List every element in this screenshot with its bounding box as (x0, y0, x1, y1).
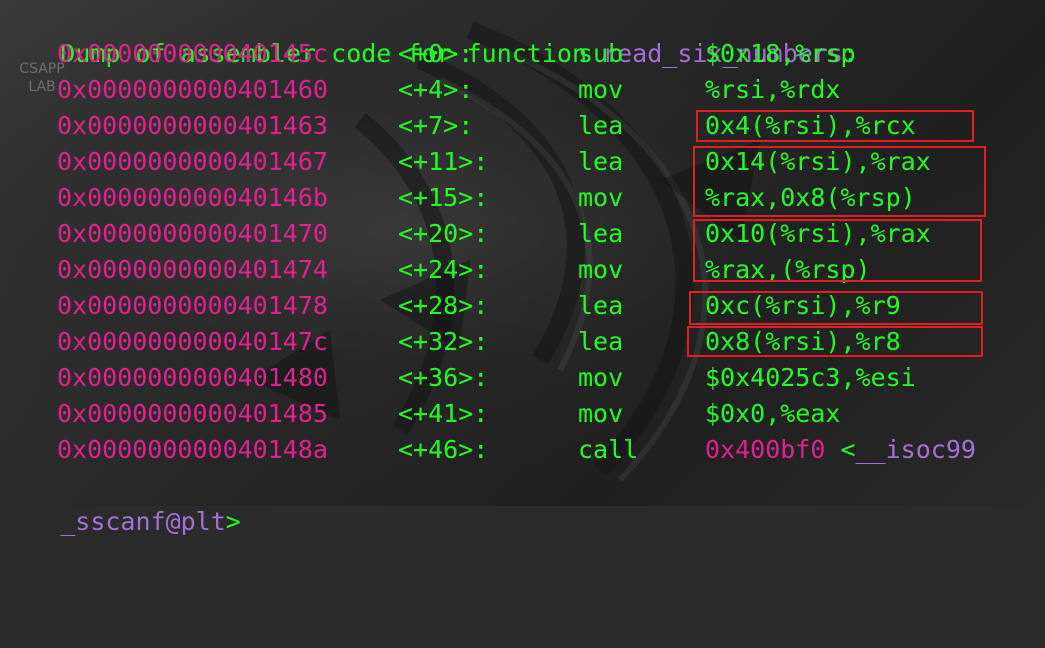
instruction-offset: <+24>: (398, 255, 489, 284)
instruction-offset: <+4>: (398, 75, 474, 104)
instruction-address: 0x0000000000401460 (57, 75, 328, 104)
instruction-address: 0x0000000000401485 (57, 399, 328, 428)
instruction-offset: <+46>: (398, 435, 489, 464)
instruction-address: 0x0000000000401467 (57, 147, 328, 176)
instruction-opcode: mov (578, 399, 624, 428)
instruction-offset: <+15>: (398, 183, 489, 212)
instruction-row: 0x000000000040145c <+0>: sub $0x18,%rsp (0, 36, 1045, 72)
dump-header: Dump of assembler code for function read… (0, 0, 858, 68)
highlight-box-r8 (687, 326, 983, 357)
call-target-name-part1: __isoc99 (855, 435, 976, 464)
instruction-opcode: call (578, 435, 639, 464)
call-target-name-part2: _sscanf@plt (60, 507, 226, 536)
highlight-box-rax-rsp8 (693, 146, 986, 217)
instruction-call-target: 0x400bf0 <__isoc99 (705, 432, 976, 468)
instruction-address: 0x0000000000401474 (57, 255, 328, 284)
highlight-box-rax-rsp (693, 219, 982, 282)
instruction-row: 0x0000000000401460 <+4>: mov %rsi,%rdx (0, 72, 1045, 108)
instruction-opcode: lea (578, 111, 624, 140)
instruction-operands: $0x18,%rsp (705, 39, 856, 68)
instruction-opcode: mov (578, 183, 624, 212)
instruction-opcode: lea (578, 219, 624, 248)
instruction-row-call: 0x000000000040148a <+46>: call 0x400bf0 … (0, 432, 1045, 468)
instruction-offset: <+0>: (398, 39, 474, 68)
instruction-opcode: mov (578, 363, 624, 392)
instruction-operands: $0x0,%eax (705, 399, 841, 428)
call-target-close: > (225, 507, 241, 536)
instruction-address: 0x000000000040146b (57, 183, 328, 212)
instruction-operands: %rsi,%rdx (705, 75, 841, 104)
instruction-row: 0x0000000000401485 <+41>: mov $0x0,%eax (0, 396, 1045, 432)
instruction-row: 0x0000000000401480 <+36>: mov $0x4025c3,%es… (0, 360, 1045, 396)
instruction-opcode: sub (578, 39, 624, 68)
instruction-address: 0x0000000000401463 (57, 111, 328, 140)
highlight-box-r9 (689, 291, 983, 325)
instruction-address: 0x000000000040145c (57, 39, 328, 68)
call-target-address: 0x400bf0 (705, 435, 826, 464)
instruction-address: 0x000000000040148a (57, 435, 328, 464)
instruction-address: 0x0000000000401478 (57, 291, 328, 320)
instruction-offset: <+7>: (398, 111, 474, 140)
instruction-offset: <+41>: (398, 399, 489, 428)
instruction-operands: $0x4025c3,%esi (705, 363, 916, 392)
instruction-address: 0x0000000000401480 (57, 363, 328, 392)
instruction-offset: <+11>: (398, 147, 489, 176)
instruction-offset: <+28>: (398, 291, 489, 320)
terminal-output[interactable]: Dump of assembler code for function read… (0, 0, 1045, 536)
instruction-opcode: mov (578, 75, 624, 104)
instruction-offset: <+32>: (398, 327, 489, 356)
instruction-opcode: lea (578, 327, 624, 356)
highlight-box-rcx (696, 110, 974, 142)
instruction-opcode: lea (578, 291, 624, 320)
instruction-address: 0x0000000000401470 (57, 219, 328, 248)
instruction-offset: <+20>: (398, 219, 489, 248)
call-target-open: < (825, 435, 856, 464)
instruction-row-call-wrap: _sscanf@plt> (0, 468, 241, 536)
instruction-opcode: lea (578, 147, 624, 176)
instruction-address: 0x000000000040147c (57, 327, 328, 356)
instruction-opcode: mov (578, 255, 624, 284)
instruction-offset: <+36>: (398, 363, 489, 392)
